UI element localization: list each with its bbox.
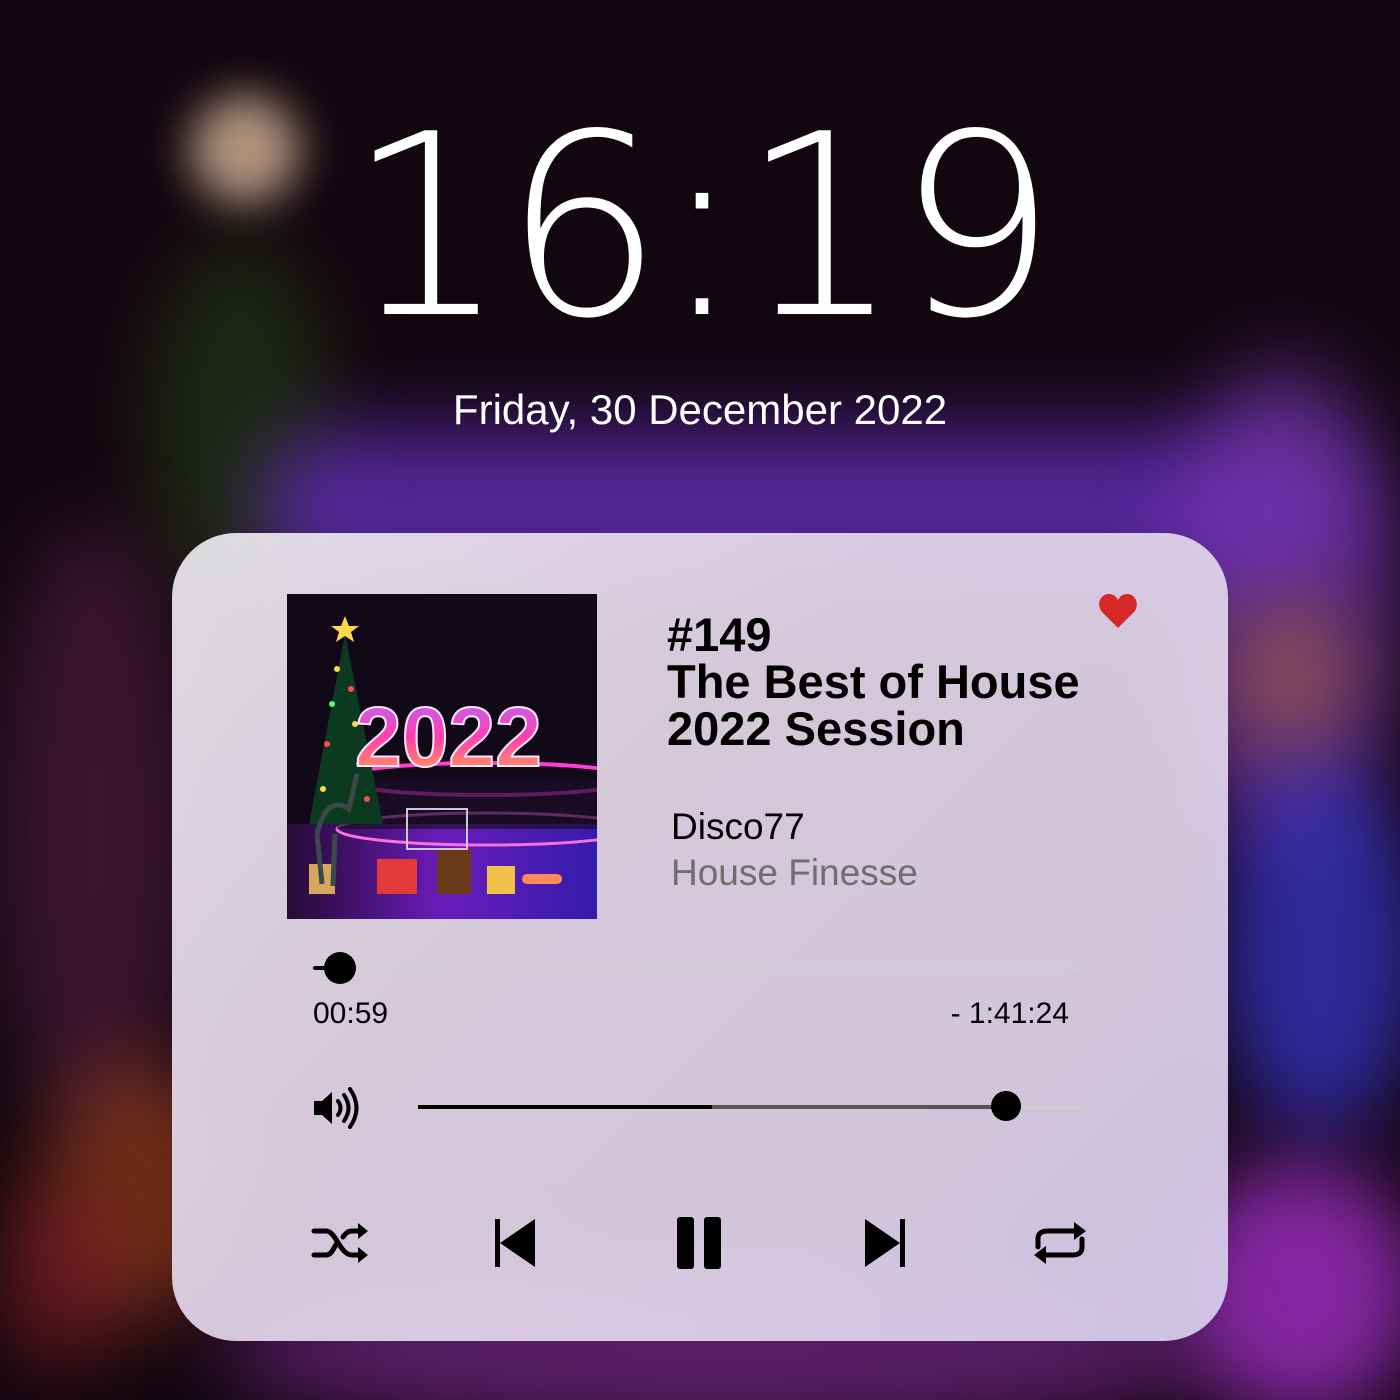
- lockscreen-clock: 16:19: [346, 81, 1057, 374]
- album-artwork[interactable]: 2022: [287, 594, 597, 919]
- track-album[interactable]: House Finesse: [671, 851, 918, 895]
- shuffle-button[interactable]: [310, 1213, 370, 1273]
- remaining-time: - 1:41:24: [950, 997, 1069, 1030]
- track-title-line: 2022 Session: [667, 702, 965, 755]
- volume-handle[interactable]: [990, 1091, 1021, 1121]
- previous-icon: [495, 1219, 535, 1267]
- track-title-line: #149: [667, 608, 772, 661]
- volume-fill: [418, 1105, 1006, 1109]
- elapsed-time: 00:59: [313, 997, 389, 1030]
- track-artist[interactable]: Disco77: [671, 805, 805, 849]
- track-title: #149 The Best of House 2022 Session: [667, 611, 1167, 752]
- volume-slider[interactable]: [418, 1091, 1086, 1121]
- repeat-icon: [1034, 1222, 1086, 1264]
- playback-progress-slider[interactable]: [313, 952, 1086, 984]
- music-player-widget: 2022 #149 The Best of House 2022 Session…: [172, 533, 1228, 1341]
- album-artwork-text: 2022: [355, 690, 542, 784]
- background-blur: [0, 1190, 120, 1370]
- repeat-button[interactable]: [1030, 1213, 1090, 1273]
- lockscreen-date: Friday, 30 December 2022: [452, 386, 948, 433]
- next-icon: [865, 1219, 905, 1267]
- background-blur: [0, 520, 190, 1140]
- previous-track-button[interactable]: [485, 1213, 545, 1273]
- volume-speaker-icon[interactable]: [312, 1083, 362, 1133]
- pause-icon: [677, 1217, 721, 1269]
- next-track-button[interactable]: [855, 1213, 915, 1273]
- shuffle-icon: [311, 1223, 368, 1263]
- album-artwork-image: 2022: [287, 594, 597, 919]
- track-title-line: The Best of House: [667, 655, 1080, 708]
- lock-screen: 16:19 Friday, 30 December 2022 2022 #149…: [0, 0, 1400, 1400]
- pause-button[interactable]: [669, 1213, 729, 1273]
- background-blur: [1230, 600, 1350, 750]
- playback-progress-handle[interactable]: [324, 952, 357, 984]
